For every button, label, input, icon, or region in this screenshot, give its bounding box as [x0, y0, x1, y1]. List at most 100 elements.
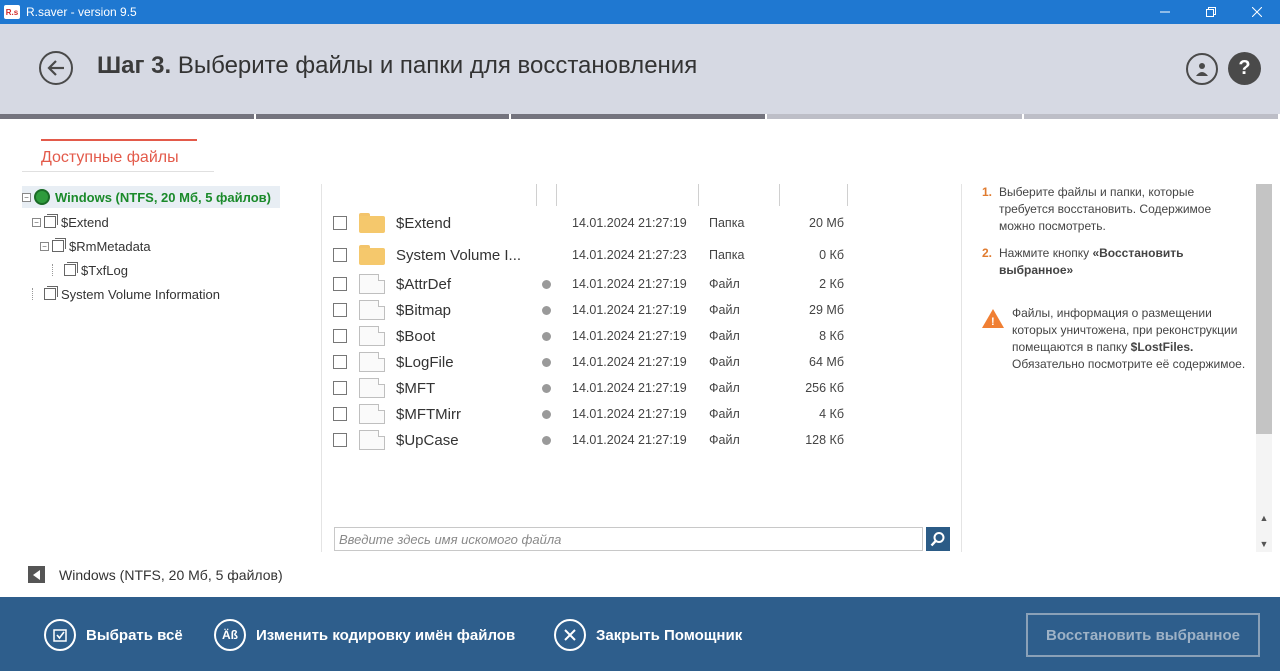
file-row[interactable]: $UpCase 14.01.2024 21:27:19 Файл 128 Кб [333, 427, 953, 453]
tree-item-label: $Extend [61, 214, 109, 230]
file-type: Файл [709, 433, 740, 447]
status-dot-icon [542, 331, 551, 341]
close-wizard-label: Закрыть Помощник [596, 626, 743, 644]
file-date: 14.01.2024 21:27:19 [572, 433, 687, 447]
column-separator[interactable] [698, 184, 699, 206]
tree-item-txflog[interactable]: $TxfLog [52, 259, 128, 281]
file-icon [359, 326, 385, 346]
file-size: 0 Кб [819, 248, 844, 262]
back-button[interactable] [39, 51, 73, 85]
wizard-header: Шаг 3. Выберите файлы и папки для восста… [0, 24, 1280, 114]
file-name: $MFT [396, 379, 436, 397]
collapse-icon[interactable]: − [32, 217, 41, 227]
file-name: $Bitmap [396, 301, 452, 319]
search-input[interactable] [334, 527, 923, 551]
file-checkbox[interactable] [333, 355, 347, 369]
file-type: Файл [709, 277, 740, 291]
file-size: 4 Кб [819, 407, 844, 421]
collapse-icon[interactable]: − [22, 192, 31, 202]
tree-item-windows[interactable]: − Windows (NTFS, 20 Мб, 5 файлов) [22, 186, 280, 208]
warning-text: Файлы, информация о размещении которых у… [1012, 306, 1238, 354]
footer-bar: Выбрать всё Äß Изменить кодировку имён ф… [0, 597, 1280, 671]
file-row[interactable]: $AttrDef 14.01.2024 21:27:19 Файл 2 Кб [333, 271, 953, 297]
file-type: Файл [709, 303, 740, 317]
file-date: 14.01.2024 21:27:19 [572, 407, 687, 421]
help-panel: 1. Выберите файлы и папки, которые требу… [982, 184, 1250, 373]
close-wizard-button[interactable]: Закрыть Помощник [554, 619, 742, 651]
column-separator[interactable] [847, 184, 848, 206]
file-type: Папка [709, 216, 745, 230]
file-row[interactable]: $Bitmap 14.01.2024 21:27:19 Файл 29 Мб [333, 297, 953, 323]
scroll-down-icon[interactable]: ▼ [1256, 536, 1272, 552]
progress-step-4 [766, 114, 1023, 119]
close-icon [1252, 7, 1262, 17]
file-type: Файл [709, 407, 740, 421]
collapse-panel-button[interactable] [28, 566, 45, 583]
change-encoding-button[interactable]: Äß Изменить кодировку имён файлов [214, 619, 515, 651]
file-row[interactable]: $MFT 14.01.2024 21:27:19 Файл 256 Кб [333, 375, 953, 401]
status-dot-icon [542, 409, 551, 419]
file-type: Файл [709, 329, 740, 343]
file-checkbox[interactable] [333, 277, 347, 291]
file-row[interactable]: $Boot 14.01.2024 21:27:19 Файл 8 Кб [333, 323, 953, 349]
file-checkbox[interactable] [333, 303, 347, 317]
file-checkbox[interactable] [333, 433, 347, 447]
file-size: 128 Кб [805, 433, 844, 447]
status-text: Windows (NTFS, 20 Мб, 5 файлов) [59, 567, 283, 583]
minimize-button[interactable] [1142, 0, 1188, 24]
file-row[interactable]: $MFTMirr 14.01.2024 21:27:19 Файл 4 Кб [333, 401, 953, 427]
progress-step-5 [1024, 114, 1278, 119]
file-date: 14.01.2024 21:27:19 [572, 329, 687, 343]
scroll-up-icon[interactable]: ▲ [1256, 510, 1272, 526]
file-date: 14.01.2024 21:27:19 [572, 355, 687, 369]
select-all-label: Выбрать всё [86, 626, 183, 644]
file-row[interactable]: System Volume I... 14.01.2024 21:27:23 П… [333, 242, 953, 268]
progress-step-1 [0, 114, 254, 119]
file-date: 14.01.2024 21:27:19 [572, 381, 687, 395]
status-dot-icon [542, 435, 551, 445]
maximize-button[interactable] [1188, 0, 1234, 24]
file-checkbox[interactable] [333, 216, 347, 230]
column-separator[interactable] [536, 184, 537, 206]
folder-icon [52, 238, 66, 252]
help-icon: ? [1238, 57, 1251, 79]
minimize-icon [1160, 11, 1170, 13]
tree-item-rmmetadata[interactable]: − $RmMetadata [40, 235, 151, 257]
file-icon [359, 300, 385, 320]
file-row[interactable]: $LogFile 14.01.2024 21:27:19 Файл 64 Мб [333, 349, 953, 375]
column-separator[interactable] [779, 184, 780, 206]
tree-item-system-volume-information[interactable]: System Volume Information [32, 283, 220, 305]
help-button[interactable]: ? [1228, 52, 1261, 85]
info-step-text: Выберите файлы и папки, которые требуетс… [999, 185, 1212, 233]
file-size: 256 Кб [805, 381, 844, 395]
search-button[interactable] [926, 527, 950, 551]
tree-connector [52, 264, 61, 276]
file-size: 64 Мб [809, 355, 844, 369]
user-button[interactable] [1186, 53, 1218, 85]
pane-divider-right [961, 184, 962, 552]
tree-item-extend[interactable]: − $Extend [32, 211, 109, 233]
info-step-text: Нажмите кнопку [999, 246, 1093, 260]
user-icon [1196, 63, 1208, 76]
file-checkbox[interactable] [333, 381, 347, 395]
file-name: $UpCase [396, 431, 459, 449]
close-window-button[interactable] [1234, 0, 1280, 24]
collapse-icon[interactable]: − [40, 241, 49, 251]
title-bar: R.s R.saver - version 9.5 [0, 0, 1280, 24]
change-encoding-label: Изменить кодировку имён файлов [256, 626, 516, 644]
folder-icon [44, 214, 58, 228]
tab-available-files[interactable]: Доступные файлы [41, 139, 197, 169]
file-name: $Boot [396, 327, 436, 345]
file-row[interactable]: $Extend 14.01.2024 21:27:19 Папка 20 Мб [333, 210, 953, 236]
file-name: System Volume I... [396, 246, 522, 264]
wizard-progress [0, 114, 1280, 119]
column-separator[interactable] [556, 184, 557, 206]
file-checkbox[interactable] [333, 407, 347, 421]
file-checkbox[interactable] [333, 248, 347, 262]
app-logo-icon: R.s [4, 5, 20, 19]
file-checkbox[interactable] [333, 329, 347, 343]
scrollbar-thumb[interactable] [1256, 184, 1272, 434]
restore-selected-button[interactable]: Восстановить выбранное [1026, 613, 1260, 657]
select-all-button[interactable]: Выбрать всё [44, 619, 183, 651]
progress-step-3 [511, 114, 765, 119]
